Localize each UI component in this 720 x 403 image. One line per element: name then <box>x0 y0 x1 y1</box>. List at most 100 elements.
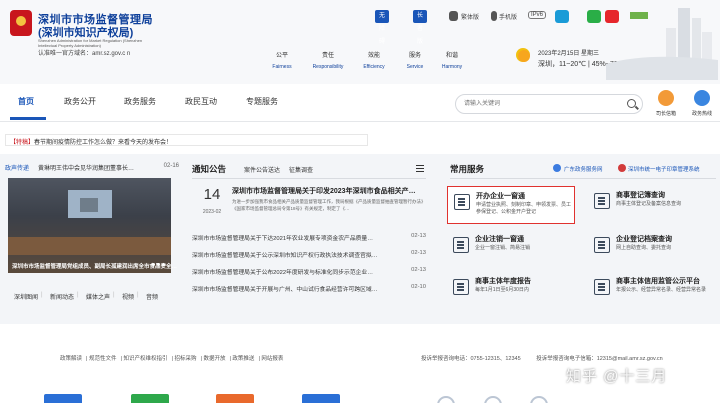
footer-link[interactable]: 网站报表 <box>261 356 283 362</box>
traditional-chinese-link[interactable]: 繁体版 <box>461 12 479 21</box>
mobile-version-link[interactable]: 手机版 <box>499 12 517 21</box>
tab-video[interactable]: 视频 <box>122 292 134 301</box>
zhihu-watermark: 知乎 @十三月 <box>566 368 668 385</box>
featured-description: 为进一步加强我市食品相关产品质量监督管理工作，我局根据《产品质量监督抽查管理暂行… <box>232 199 424 211</box>
document-icon <box>453 237 469 253</box>
service-registry-query[interactable]: 商事登记簿查询 商事主体登记及备案信息查询 <box>588 186 716 224</box>
footer-circle[interactable] <box>484 396 502 403</box>
footer-link[interactable]: 招标采购 <box>174 356 196 362</box>
national-emblem-icon <box>10 10 32 36</box>
meeting-screen <box>68 190 112 218</box>
ticker-bar[interactable]: 【特稿】春节期间疫情防控工作怎么做？来看今天的发布会！ <box>5 134 368 146</box>
footer-strip: 政策解读 | 规范性文件 | 知识产权维权指引 | 招标采购 | 数据开放 | 政策推送 |… <box>0 324 720 403</box>
carousel-dots[interactable] <box>150 261 165 268</box>
tab-audio[interactable]: 音频 <box>146 292 158 301</box>
featured-notice[interactable]: 14 2023-02 深圳市市场监督管理局关于印发2023年深圳市食品相关产… … <box>192 186 426 226</box>
service-one-window-opening[interactable]: 开办企业一窗通 申请营业执照、刻制印章、申领发票、员工参保登记、公积金开户登记 <box>447 186 575 224</box>
ipv6-badge: IPv6 <box>528 11 547 19</box>
service-credit-platform[interactable]: 商事主体信用监管公示平台 年报公示、经营异常名录、经营异常名录 <box>588 272 716 310</box>
tab-news-updates[interactable]: 新闻动态 <box>50 292 74 301</box>
list-item[interactable]: 深圳市市场监督管理局关于开展与广州、中山试行食品经营许可跨区域… 02-10 <box>192 284 426 295</box>
news-tag: 政声传递 <box>5 166 30 172</box>
footer-link[interactable]: 知识产权维权指引 <box>123 356 167 362</box>
featured-year-month: 2023-02 <box>202 209 222 215</box>
nav-active-indicator <box>10 117 46 120</box>
gd-service-icon <box>553 164 561 172</box>
footer-link[interactable]: 政策推送 <box>232 356 254 362</box>
weather-date: 2023年2月15日 星期三 <box>538 51 600 57</box>
ticker-area: 【特稿】春节期间疫情防控工作怎么做？来看今天的发布会！ <box>0 124 720 154</box>
service-annual-report[interactable]: 商事主体年度报告 每年1月1日至6月30日内 <box>447 272 575 310</box>
footer-contact: 投诉举报咨询电话：0755-12315、12345 投诉举报咨询电子信箱：123… <box>421 354 663 362</box>
value-efficiency: 效能 Efficiency <box>363 53 385 70</box>
tab-sz-photo-news[interactable]: 深圳图闻 <box>14 292 38 301</box>
hotline-label: 政务热线 <box>691 111 712 117</box>
footer-tile[interactable] <box>131 394 169 403</box>
featured-title: 深圳市市场监督管理局关于印发2023年深圳市食品相关产… <box>232 188 416 195</box>
value-responsibility: 责任 Responsibility <box>312 53 344 70</box>
official-domain-notice: 认准唯一官方域名：amr.sz.gov.c n <box>38 51 131 57</box>
robot-icon <box>658 90 674 106</box>
more-menu-icon[interactable] <box>416 165 424 172</box>
footer-email: 投诉举报咨询电子信箱：12315@mail.amr.sz.gov.cn <box>536 356 663 362</box>
list-item[interactable]: 深圳市市场监督管理局关于下达2021年农业发展专项资金农产品质量… 02-13 <box>192 233 426 244</box>
search-icon[interactable] <box>627 99 636 108</box>
barrier-free-button[interactable]: 无障碍 <box>375 10 390 45</box>
service-one-window-deregister[interactable]: 企业注销一窗通 企业一窗注销、简易注销 <box>447 230 575 268</box>
mobile-icon <box>491 11 497 21</box>
app-icon[interactable] <box>555 10 569 23</box>
document-icon <box>594 237 610 253</box>
tab-notices[interactable]: 通知公告 <box>192 163 226 175</box>
services-divider <box>450 178 716 179</box>
notice-tabs: 通知公告 案件公告送达 征集调查 <box>192 163 426 177</box>
footer-hotline: 投诉举报咨询电话：0755-12315、12345 <box>421 356 521 362</box>
footer-link[interactable]: 数据开放 <box>203 356 225 362</box>
main-nav: 首页 政务公开 政务服务 政民互动 专题服务 司长信箱 政务热线 <box>0 84 720 122</box>
director-mailbox-button[interactable]: 司长信箱 <box>648 90 684 117</box>
value-harmony: 和谐 Harmony <box>441 53 463 70</box>
services-header: 常用服务 广东政务服务网 深圳市统一电子印章管理系统 <box>450 163 716 177</box>
nav-gov-services[interactable]: 政务服务 <box>124 96 156 107</box>
traditional-chinese-icon <box>449 11 458 21</box>
featured-day: 14 <box>203 186 221 203</box>
footer-link[interactable]: 政策解读 <box>60 356 82 362</box>
tab-case-notices[interactable]: 案件公告送达 <box>244 165 280 174</box>
list-item[interactable]: 深圳市市场监督管理局关于公示深圳市知识产权行政执法技术调查官拟… 02-13 <box>192 250 426 261</box>
footer-circle[interactable] <box>437 396 455 403</box>
e-seal-link[interactable]: 深圳市统一电子印章管理系统 <box>628 165 700 173</box>
nav-interaction[interactable]: 政民互动 <box>185 96 217 107</box>
news-title: 黄琳明王伟中会见华润集团董事长… <box>38 166 135 172</box>
nav-home[interactable]: 首页 <box>18 96 34 107</box>
footer-tile[interactable] <box>44 394 82 403</box>
meeting-table <box>8 237 171 255</box>
news-headline[interactable]: 政声传递 黄琳明王伟中会见华润集团董事长… 02-16 <box>5 163 181 175</box>
service-archive-query[interactable]: 企业登记档案查询 网上自助查询、委托查询 <box>588 230 716 268</box>
nav-gov-affairs[interactable]: 政务公开 <box>64 96 96 107</box>
footer-tile[interactable] <box>302 394 340 403</box>
search-input[interactable] <box>456 95 616 113</box>
gd-service-link[interactable]: 广东政务服务网 <box>564 165 603 173</box>
weather-temp: 11~20℃ <box>559 61 587 68</box>
footer-link[interactable]: 规范性文件 <box>89 356 117 362</box>
wechat-icon[interactable] <box>587 10 601 23</box>
e-seal-icon <box>618 164 626 172</box>
city-skyline-illustration <box>606 8 718 80</box>
weather-city: 深圳 <box>538 61 552 68</box>
hotline-icon <box>694 90 710 106</box>
news-carousel-photo[interactable]: 深圳市市场监督管理局党组成员、副局长孤建润出席全市食品安全… <box>8 178 177 273</box>
tab-surveys[interactable]: 征集调查 <box>289 165 313 174</box>
footer-circle[interactable] <box>530 396 548 403</box>
hotline-button[interactable]: 政务热线 <box>684 90 720 117</box>
list-item[interactable]: 深圳市市场监督管理局关于公布2022年度研发与标准化同步示范企业… 02-13 <box>192 267 426 278</box>
value-fairness: 公平 Fairness <box>272 53 292 70</box>
ticker-text: 【特稿】春节期间疫情防控工作怎么做？来看今天的发布会！ <box>10 140 173 146</box>
footer-tile[interactable] <box>216 394 254 403</box>
tab-media-voice[interactable]: 媒体之声 <box>86 292 110 301</box>
document-icon <box>594 193 610 209</box>
document-icon <box>594 279 610 295</box>
search-box <box>455 94 643 114</box>
nav-special-services[interactable]: 专题服务 <box>246 96 278 107</box>
news-date: 02-16 <box>163 163 179 169</box>
director-mailbox-label: 司长信箱 <box>655 111 676 117</box>
elder-version-button[interactable]: 长者版 <box>413 10 428 45</box>
